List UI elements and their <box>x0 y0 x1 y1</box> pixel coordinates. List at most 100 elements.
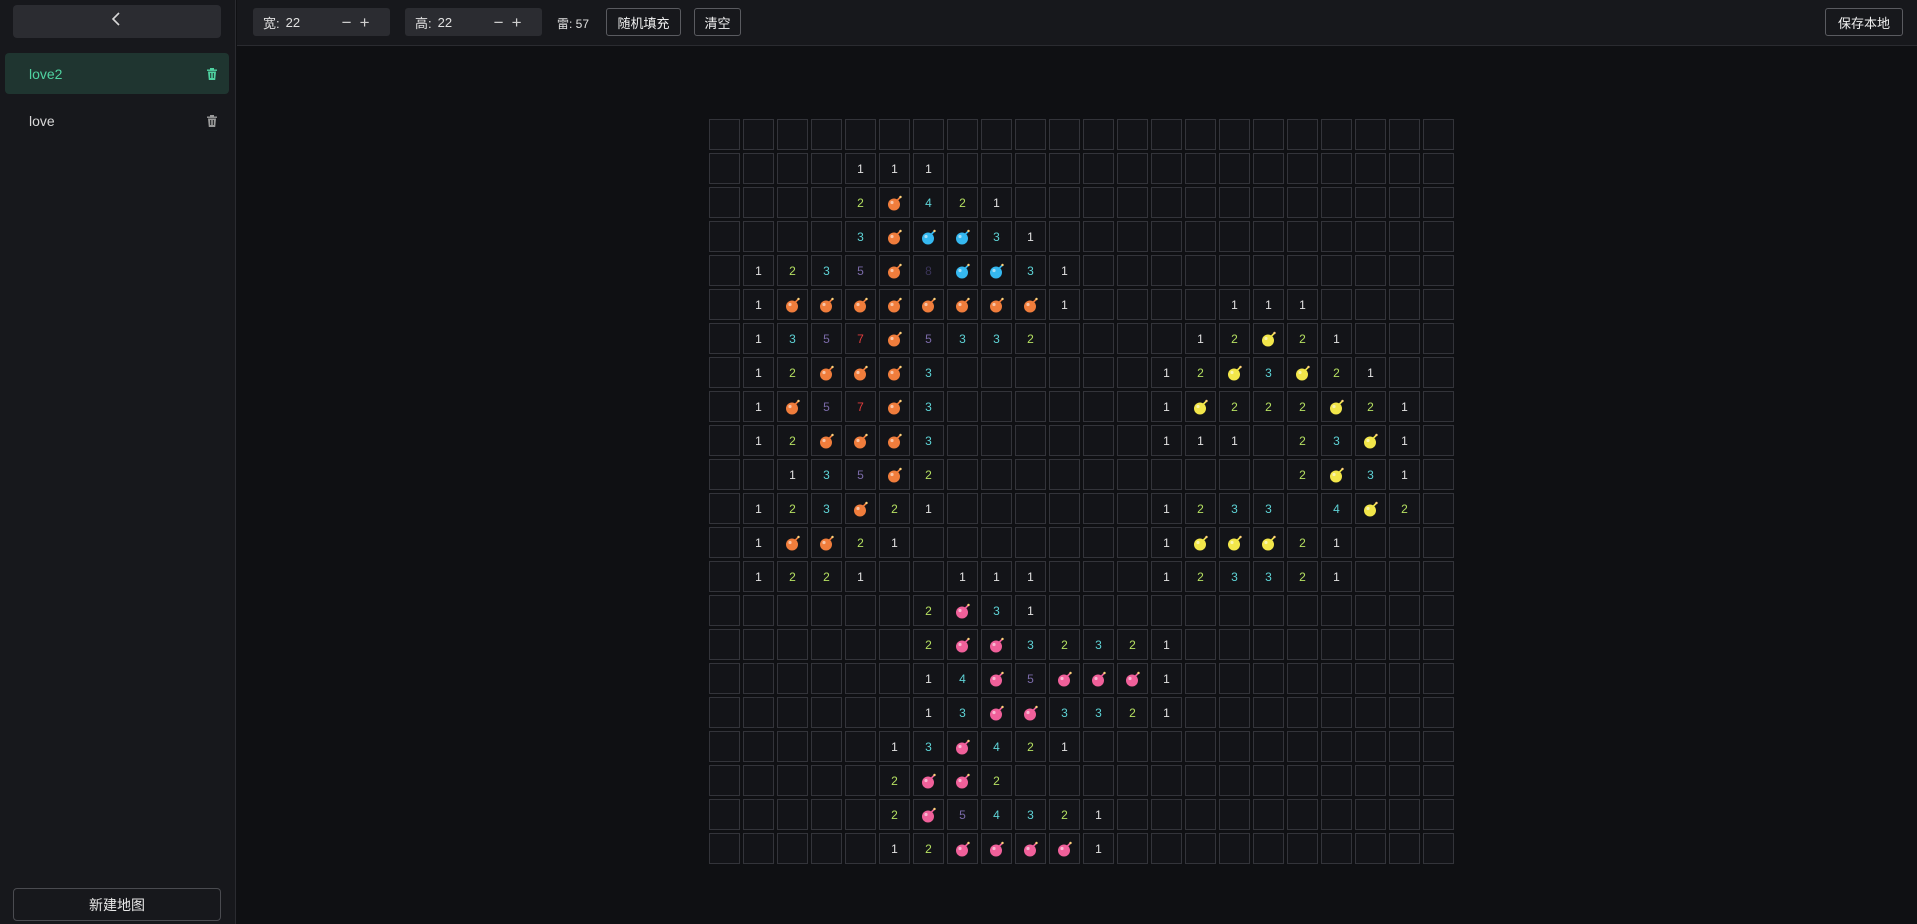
board-cell[interactable]: 2 <box>947 187 978 218</box>
board-cell[interactable]: 2 <box>1049 799 1080 830</box>
board-cell[interactable] <box>845 697 876 728</box>
board-cell[interactable]: 2 <box>1185 357 1216 388</box>
board-cell[interactable]: 3 <box>1219 561 1250 592</box>
plus-icon[interactable]: + <box>356 14 374 31</box>
board-cell[interactable] <box>1423 493 1454 524</box>
board-cell[interactable] <box>1015 425 1046 456</box>
board-cell[interactable]: 2 <box>981 765 1012 796</box>
board-cell[interactable]: 1 <box>743 493 774 524</box>
board-cell[interactable] <box>709 799 740 830</box>
board-cell[interactable] <box>1355 629 1386 660</box>
board-cell[interactable] <box>947 391 978 422</box>
board-cell[interactable] <box>1253 799 1284 830</box>
board-cell[interactable] <box>1117 765 1148 796</box>
board-cell[interactable] <box>1117 357 1148 388</box>
board-cell[interactable] <box>811 289 842 320</box>
board-cell[interactable] <box>709 289 740 320</box>
board-cell[interactable] <box>777 289 808 320</box>
map-item-love[interactable]: love <box>5 100 229 141</box>
back-button[interactable] <box>13 5 221 38</box>
board-cell[interactable] <box>1253 833 1284 864</box>
board-cell[interactable] <box>1423 799 1454 830</box>
board-cell[interactable] <box>743 459 774 490</box>
board-cell[interactable] <box>1287 221 1318 252</box>
board-cell[interactable]: 1 <box>981 187 1012 218</box>
board-cell[interactable] <box>1015 527 1046 558</box>
board-cell[interactable]: 1 <box>743 425 774 456</box>
board-cell[interactable] <box>1321 289 1352 320</box>
board-cell[interactable] <box>777 833 808 864</box>
board-cell[interactable]: 2 <box>777 561 808 592</box>
board-cell[interactable] <box>1355 493 1386 524</box>
board-cell[interactable]: 1 <box>1389 425 1420 456</box>
board-cell[interactable]: 1 <box>1083 799 1114 830</box>
board-cell[interactable]: 1 <box>879 153 910 184</box>
board-cell[interactable] <box>743 119 774 150</box>
board-cell[interactable] <box>811 663 842 694</box>
board-cell[interactable] <box>1083 765 1114 796</box>
board-cell[interactable] <box>1151 221 1182 252</box>
board-cell[interactable]: 3 <box>1355 459 1386 490</box>
board-cell[interactable]: 2 <box>1287 527 1318 558</box>
board-cell[interactable]: 1 <box>1321 561 1352 592</box>
board-cell[interactable] <box>1049 391 1080 422</box>
board-cell[interactable] <box>1355 153 1386 184</box>
board-cell[interactable] <box>981 697 1012 728</box>
board-cell[interactable] <box>1083 391 1114 422</box>
board-cell[interactable] <box>913 765 944 796</box>
board-cell[interactable] <box>1253 153 1284 184</box>
board-cell[interactable]: 3 <box>1015 799 1046 830</box>
board-cell[interactable] <box>709 323 740 354</box>
board-cell[interactable]: 1 <box>913 697 944 728</box>
board-cell[interactable]: 1 <box>1185 425 1216 456</box>
board-cell[interactable] <box>1049 527 1080 558</box>
board-cell[interactable]: 1 <box>1151 391 1182 422</box>
board-cell[interactable]: 1 <box>1151 425 1182 456</box>
board-cell[interactable]: 2 <box>845 187 876 218</box>
board-cell[interactable]: 2 <box>913 459 944 490</box>
board-cell[interactable] <box>1083 119 1114 150</box>
board-cell[interactable] <box>1117 119 1148 150</box>
board-cell[interactable] <box>1151 153 1182 184</box>
board-cell[interactable] <box>1253 425 1284 456</box>
board-cell[interactable] <box>1015 833 1046 864</box>
board-cell[interactable]: 3 <box>1049 697 1080 728</box>
board-cell[interactable] <box>1389 357 1420 388</box>
board-cell[interactable] <box>1015 697 1046 728</box>
board-cell[interactable] <box>1389 527 1420 558</box>
board-cell[interactable] <box>981 255 1012 286</box>
board-cell[interactable] <box>743 629 774 660</box>
board-cell[interactable]: 3 <box>947 323 978 354</box>
board-cell[interactable]: 1 <box>1219 289 1250 320</box>
board-cell[interactable] <box>811 765 842 796</box>
board-cell[interactable] <box>1389 663 1420 694</box>
board-cell[interactable]: 2 <box>913 833 944 864</box>
board-cell[interactable] <box>1389 221 1420 252</box>
board-cell[interactable] <box>947 765 978 796</box>
board-cell[interactable] <box>1117 833 1148 864</box>
board-cell[interactable] <box>1355 663 1386 694</box>
board-cell[interactable] <box>947 255 978 286</box>
board-cell[interactable] <box>981 153 1012 184</box>
board-cell[interactable] <box>811 425 842 456</box>
board-cell[interactable]: 1 <box>1321 527 1352 558</box>
board-cell[interactable] <box>1423 459 1454 490</box>
board-cell[interactable]: 1 <box>1015 221 1046 252</box>
board-cell[interactable] <box>1185 697 1216 728</box>
board-cell[interactable] <box>1287 765 1318 796</box>
board-cell[interactable] <box>1049 833 1080 864</box>
board-cell[interactable] <box>1253 459 1284 490</box>
board-cell[interactable] <box>1219 255 1250 286</box>
board-cell[interactable] <box>1151 731 1182 762</box>
board-cell[interactable] <box>709 255 740 286</box>
board-cell[interactable] <box>845 357 876 388</box>
board-cell[interactable] <box>1219 357 1250 388</box>
board-cell[interactable] <box>811 629 842 660</box>
board-cell[interactable] <box>947 357 978 388</box>
board-cell[interactable]: 1 <box>743 289 774 320</box>
board-cell[interactable] <box>1049 765 1080 796</box>
board-cell[interactable] <box>879 289 910 320</box>
board-cell[interactable] <box>947 527 978 558</box>
board-cell[interactable] <box>1321 153 1352 184</box>
board-cell[interactable] <box>811 187 842 218</box>
